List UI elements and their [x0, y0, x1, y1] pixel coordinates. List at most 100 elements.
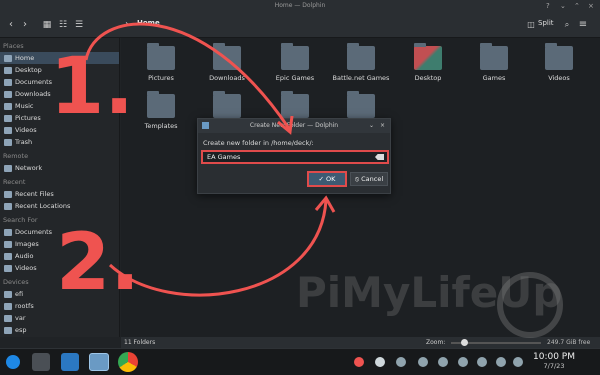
icons-view-icon[interactable]: ▦: [40, 18, 54, 32]
sidebar-item-label: efi: [15, 290, 24, 298]
close-icon[interactable]: ×: [588, 0, 594, 12]
help-icon[interactable]: ?: [546, 0, 550, 12]
create-folder-dialog: Create New Folder — Dolphin ⌄ × Create n…: [197, 118, 391, 194]
sidebar-item-label: Trash: [15, 138, 33, 146]
wifi-icon[interactable]: [496, 357, 506, 367]
folder-icon: [545, 43, 573, 70]
forward-icon[interactable]: ›: [18, 18, 32, 32]
tray-app-icon[interactable]: [354, 357, 364, 367]
back-icon[interactable]: ‹: [4, 18, 18, 32]
recent-files-icon: [4, 190, 12, 198]
storage-icon[interactable]: [438, 357, 448, 367]
sidebar-item-label: Network: [15, 164, 43, 172]
folder-item[interactable]: Downloads: [197, 43, 257, 82]
dialog-prompt: Create new folder in /home/deck/:: [203, 139, 314, 147]
taskbar: 10:00 PM 7/7/23: [0, 348, 600, 375]
folder-icon: [480, 43, 508, 70]
folder-icon: [147, 43, 175, 70]
audio-tray-icon[interactable]: [418, 357, 428, 367]
trash-icon: [4, 138, 12, 146]
drive-icon: [4, 314, 12, 322]
sidebar-item-esp[interactable]: esp: [0, 324, 119, 336]
folder-item[interactable]: Desktop: [398, 43, 458, 82]
audio-icon: [4, 252, 12, 260]
folder-icon: [347, 91, 375, 118]
sidebar-item-label: Videos: [15, 264, 37, 272]
sidebar-item-var[interactable]: var: [0, 312, 119, 324]
breadcrumb[interactable]: Home: [137, 19, 160, 27]
sidebar-item-label: var: [15, 314, 26, 322]
dialog-collapse-icon[interactable]: ⌄: [369, 119, 374, 133]
ok-button[interactable]: ✓ OK: [307, 171, 347, 187]
desktop-folder-icon: [414, 43, 442, 70]
sidebar-item-label: Documents: [15, 78, 53, 86]
discover-icon[interactable]: [61, 353, 79, 371]
folder-item[interactable]: Battle.net Games: [331, 43, 391, 82]
chrome-icon[interactable]: [118, 352, 138, 372]
dolphin-taskbar-icon[interactable]: [89, 353, 109, 371]
window-titlebar: Home — Dolphin ? ⌄ ⌃ ×: [0, 0, 600, 12]
network-icon: [4, 164, 12, 172]
folder-icon: [147, 91, 175, 118]
sidebar-item-label: Images: [15, 240, 39, 248]
clock-date: 7/7/23: [543, 362, 565, 370]
minimize-icon[interactable]: ⌄: [560, 0, 566, 12]
drive-icon: [4, 302, 12, 310]
home-icon: [4, 54, 12, 62]
clear-input-icon[interactable]: [375, 154, 384, 160]
battery-icon[interactable]: [458, 357, 468, 367]
task-manager-icon[interactable]: [32, 353, 50, 371]
clock[interactable]: 10:00 PM 7/7/23: [524, 352, 584, 370]
bluetooth-icon[interactable]: [477, 357, 487, 367]
split-button[interactable]: Split: [538, 19, 554, 27]
dialog-titlebar: Create New Folder — Dolphin ⌄ ×: [198, 119, 390, 133]
compact-view-icon[interactable]: ☷: [56, 18, 70, 32]
clipboard-icon[interactable]: [396, 357, 406, 367]
folder-item[interactable]: Games: [464, 43, 524, 82]
tray-expand-icon[interactable]: [513, 357, 523, 367]
app-launcher-icon[interactable]: [6, 355, 20, 369]
folder-item[interactable]: Videos: [529, 43, 589, 82]
sidebar-item-label: Home: [15, 54, 35, 62]
sidebar-item-recent-files[interactable]: Recent Files: [0, 188, 119, 200]
sidebar-item-recent-locations[interactable]: Recent Locations: [0, 200, 119, 212]
sidebar-item-label: Videos: [15, 126, 37, 134]
cancel-button[interactable]: ⦸ Cancel: [350, 172, 388, 186]
folder-item[interactable]: Pictures: [131, 43, 191, 82]
folder-name-value: EA Games: [207, 153, 241, 161]
maximize-icon[interactable]: ⌃: [574, 0, 580, 12]
music-icon: [4, 102, 12, 110]
folder-icon: [213, 43, 241, 70]
sidebar-item-label: Music: [15, 102, 34, 110]
steam-icon[interactable]: [375, 357, 385, 367]
folder-label: Games: [482, 74, 506, 82]
details-view-icon[interactable]: ☰: [72, 18, 86, 32]
folder-icon: [213, 91, 241, 118]
clock-time: 10:00 PM: [533, 352, 575, 362]
sidebar-item-label: Pictures: [15, 114, 41, 122]
folder-count: 11 Folders: [124, 339, 156, 346]
sidebar-item-label: Desktop: [15, 66, 42, 74]
search-icon[interactable]: ⌕: [560, 18, 574, 32]
sidebar-item-network[interactable]: Network: [0, 162, 119, 174]
sidebar-item-trash[interactable]: Trash: [0, 136, 119, 148]
drive-icon: [4, 326, 12, 334]
dialog-close-icon[interactable]: ×: [380, 119, 385, 133]
documents-icon: [4, 228, 12, 236]
recent-heading: Recent: [3, 178, 26, 186]
videos-icon: [4, 126, 12, 134]
folder-item[interactable]: Templates: [131, 91, 191, 130]
sidebar-item-label: esp: [15, 326, 27, 334]
zoom-slider-handle[interactable]: [461, 339, 468, 346]
remote-heading: Remote: [3, 152, 29, 160]
folder-item[interactable]: Epic Games: [265, 43, 325, 82]
menu-icon[interactable]: ≡: [576, 18, 590, 32]
sidebar-item-label: rootfs: [15, 302, 34, 310]
free-space: 249.7 GiB free: [547, 339, 591, 346]
folder-label: Epic Games: [275, 74, 315, 82]
step-1-label: 1.: [50, 42, 134, 132]
folder-icon: [281, 91, 309, 118]
folder-name-input[interactable]: EA Games: [201, 150, 389, 164]
downloads-icon: [4, 90, 12, 98]
breadcrumb-chevron-icon[interactable]: ›: [120, 18, 134, 32]
